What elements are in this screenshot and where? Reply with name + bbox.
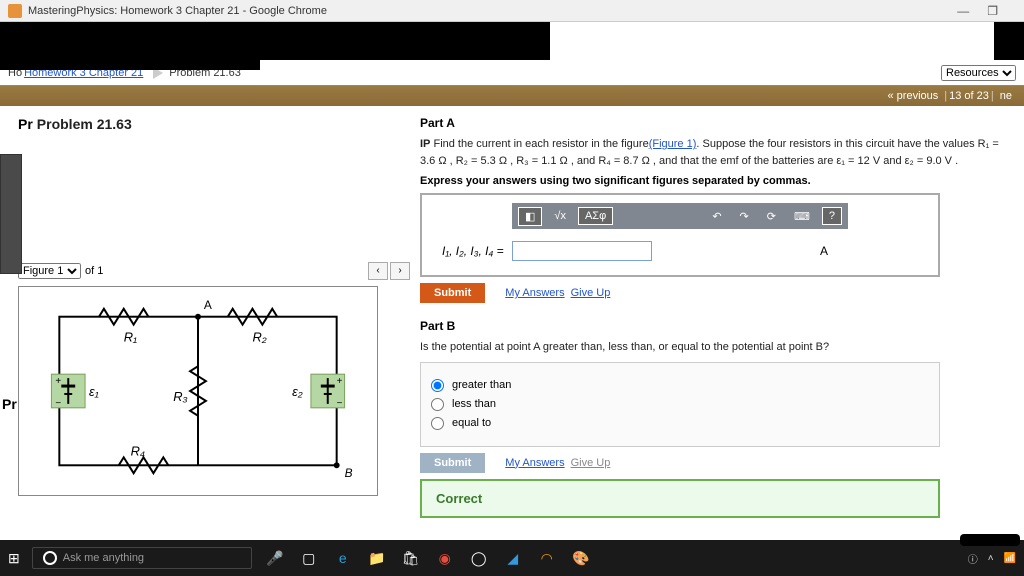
redacted-region (0, 56, 260, 70)
figure-link[interactable]: (Figure 1) (649, 138, 697, 150)
answer-lhs: I₁, I₂, I₃, I₄ = (442, 244, 504, 258)
start-button[interactable]: ⊞ (8, 550, 20, 567)
store-icon[interactable]: 🛍 (400, 547, 422, 569)
window-title: MasteringPhysics: Homework 3 Chapter 21 … (28, 5, 957, 17)
problem-title: Problem 21.63 (37, 116, 132, 132)
problem-prefix: Pr (18, 116, 33, 132)
choice-greater[interactable]: greater than (431, 379, 929, 392)
help-icon[interactable]: ? (822, 207, 842, 225)
resources-dropdown[interactable]: Resources (941, 65, 1016, 81)
mic-icon[interactable]: 🎤 (264, 547, 286, 569)
reset-icon[interactable]: ⟳ (761, 208, 782, 225)
submit-button[interactable]: Submit (420, 283, 485, 303)
minimize-icon[interactable]: — (957, 4, 969, 18)
svg-text:R₂: R₂ (252, 329, 266, 344)
circuit-figure: R₁ R₂ R₃ R₄ ε₁ ε₂ A B + − + − (18, 286, 378, 496)
tray-icon[interactable]: ⓘ (968, 551, 978, 566)
wifi-icon[interactable]: 📶 (1004, 553, 1016, 564)
svg-text:+: + (55, 376, 61, 387)
answer-box: ◧ √x ΑΣφ ↶ ↷ ⟳ ⌨ ? I₁, I₂, I₃, I₄ = A (420, 193, 940, 277)
give-up-link-b: Give Up (571, 457, 611, 469)
figure-select[interactable]: Figure 1 (18, 263, 81, 279)
chrome-icon[interactable]: ◯ (468, 547, 490, 569)
cortana-icon (43, 551, 57, 565)
submit-button-b[interactable]: Submit (420, 453, 485, 473)
answer-input[interactable] (512, 241, 652, 261)
nav-next[interactable]: ne (1000, 90, 1012, 102)
choice-box: greater than less than equal to (420, 362, 940, 447)
template-icon[interactable]: ◧ (518, 207, 542, 226)
nav-position: 13 of 23 (949, 90, 989, 102)
svg-text:−: − (337, 398, 343, 409)
give-up-link[interactable]: Give Up (571, 287, 611, 299)
svg-text:+: + (337, 376, 343, 387)
edge-icon[interactable]: e (332, 547, 354, 569)
tray-up-icon[interactable]: ˄ (988, 553, 994, 564)
taskview-icon[interactable]: ▢ (298, 547, 320, 569)
maximize-icon[interactable]: ❐ (987, 4, 998, 18)
separator: | (991, 90, 994, 102)
svg-text:R₄: R₄ (131, 443, 145, 458)
part-a-label: Part A (420, 116, 1014, 130)
part-b-prompt: Is the potential at point A greater than… (420, 339, 1014, 356)
problem-prefix: Pr (2, 396, 17, 412)
separator: | (944, 90, 947, 102)
nav-previous[interactable]: « previous (888, 90, 939, 102)
svg-text:−: − (55, 398, 61, 409)
svg-text:ε₂: ε₂ (292, 384, 303, 399)
system-tray[interactable]: ⓘ ˄ 📶 (968, 551, 1016, 566)
sqrt-icon[interactable]: √x (548, 208, 572, 224)
my-answers-link-b[interactable]: My Answers (505, 457, 564, 469)
redacted-region (994, 22, 1024, 60)
app-icon[interactable]: ◠ (536, 547, 558, 569)
explorer-icon[interactable]: 📁 (366, 547, 388, 569)
choice-equal[interactable]: equal to (431, 417, 929, 430)
redacted-region (0, 22, 550, 60)
app-icon[interactable]: ◢ (502, 547, 524, 569)
svg-text:R₁: R₁ (124, 329, 137, 344)
my-answers-link[interactable]: My Answers (505, 287, 564, 299)
thumbnail-strip[interactable] (0, 154, 22, 274)
app-icon[interactable]: 🎨 (570, 547, 592, 569)
redacted-region (960, 534, 1020, 546)
part-a-prompt: IP Find the current in each resistor in … (420, 136, 1014, 169)
figure-count: of 1 (85, 265, 103, 277)
correct-feedback: Correct (420, 479, 940, 518)
undo-icon[interactable]: ↶ (706, 208, 727, 225)
figure-prev-button[interactable]: ‹ (368, 262, 388, 280)
taskbar: ⊞ Ask me anything 🎤 ▢ e 📁 🛍 ◉ ◯ ◢ ◠ 🎨 ⓘ … (0, 540, 1024, 576)
part-a-instruction: Express your answers using two significa… (420, 175, 1014, 187)
part-b-label: Part B (420, 319, 1014, 333)
greek-icon[interactable]: ΑΣφ (578, 207, 613, 225)
figure-next-button[interactable]: › (390, 262, 410, 280)
favicon (8, 4, 22, 18)
cortana-search[interactable]: Ask me anything (32, 547, 252, 569)
answer-unit: A (820, 244, 828, 258)
keyboard-icon[interactable]: ⌨ (788, 208, 816, 225)
svg-text:ε₁: ε₁ (89, 384, 99, 399)
equation-toolbar: ◧ √x ΑΣφ ↶ ↷ ⟳ ⌨ ? (512, 203, 848, 229)
svg-text:R₃: R₃ (173, 389, 187, 404)
redo-icon[interactable]: ↷ (734, 208, 755, 225)
choice-less[interactable]: less than (431, 398, 929, 411)
app-icon[interactable]: ◉ (434, 547, 456, 569)
svg-text:B: B (345, 466, 353, 480)
svg-text:A: A (204, 298, 212, 312)
